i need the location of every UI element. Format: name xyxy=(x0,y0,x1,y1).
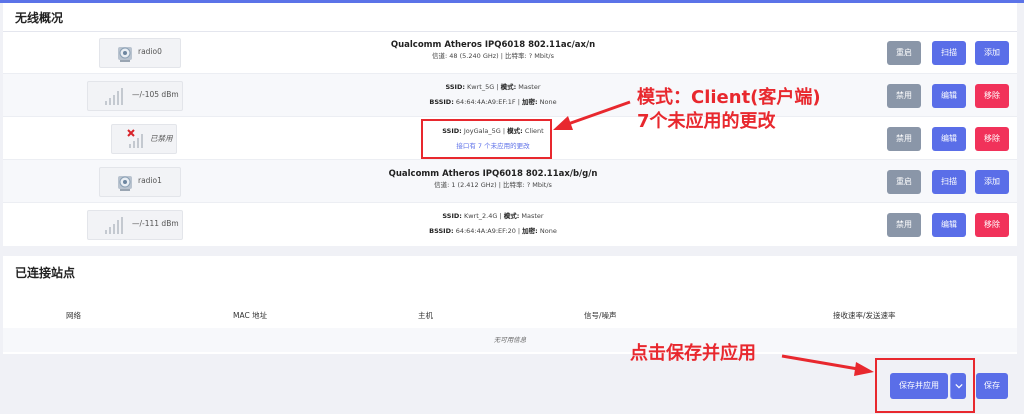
annotation-arrows xyxy=(553,100,874,376)
annotation-arrow-head xyxy=(854,362,874,376)
annotation-arrow xyxy=(781,354,859,371)
annotation-arrow-head xyxy=(553,116,573,130)
annotation-arrow xyxy=(567,100,631,126)
